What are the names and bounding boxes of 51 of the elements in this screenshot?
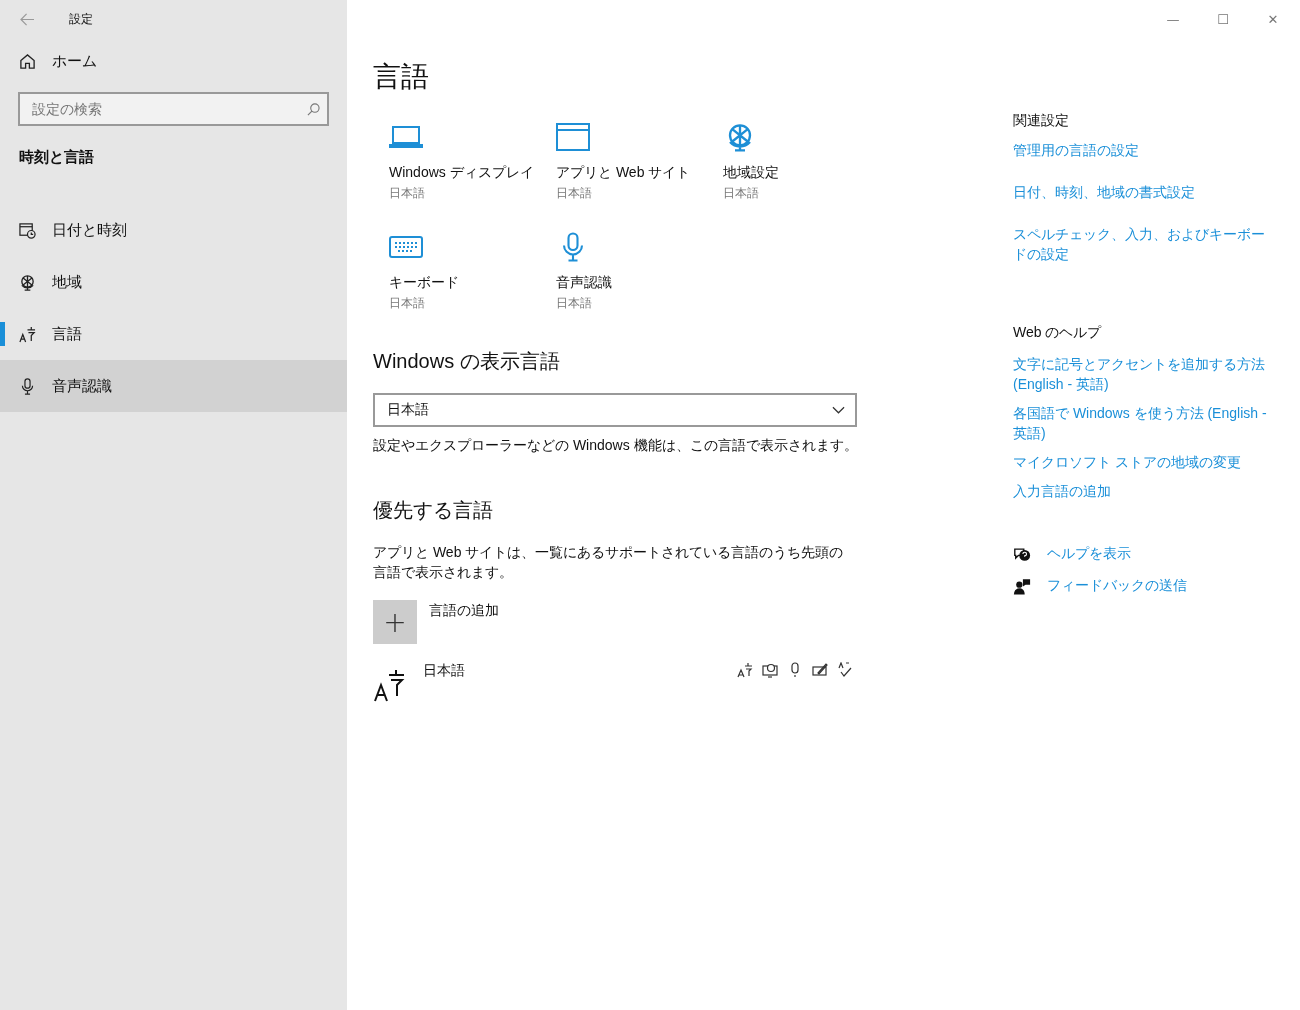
sidebar-item[interactable]: 地域 bbox=[0, 256, 347, 308]
help-heading: Web のヘルプ bbox=[1013, 324, 1103, 342]
search-field[interactable]: 設定の検索 bbox=[18, 92, 329, 126]
section-heading: 時刻と言語 bbox=[18, 147, 95, 167]
settings-tile[interactable]: 音声認識 日本語 bbox=[540, 228, 707, 324]
display-language-icon bbox=[737, 662, 753, 678]
description-text: 設定やエクスプローラーなどの Windows 機能は、この言語で表示されます。 bbox=[373, 437, 859, 455]
language-icon bbox=[373, 668, 405, 702]
close-button[interactable]: ✕ bbox=[1258, 11, 1288, 27]
handwriting-icon bbox=[812, 662, 828, 678]
description-text: アプリと Web サイトは、一覧にあるサポートされている言語のうち先頭の言語で表示されます。 bbox=[373, 543, 845, 582]
globe-icon bbox=[19, 273, 36, 291]
language-icon bbox=[19, 325, 36, 343]
link[interactable]: 日付、時刻、地域の書式設定 bbox=[1013, 182, 1271, 202]
sidebar-item[interactable]: 音声認識 bbox=[0, 360, 347, 412]
language-dropdown[interactable]: 日本語 bbox=[373, 393, 857, 427]
search-icon bbox=[307, 103, 320, 116]
add-language-label[interactable]: 言語の追加 bbox=[429, 602, 499, 644]
home-icon bbox=[19, 52, 36, 70]
browser-window-icon bbox=[556, 122, 590, 152]
link[interactable]: 管理用の言語の設定 bbox=[1013, 140, 1271, 160]
section-heading: Windows の表示言語 bbox=[373, 349, 561, 374]
feedback-person-icon bbox=[1013, 577, 1031, 595]
settings-tile[interactable]: キーボード 日本語 bbox=[373, 228, 540, 324]
link[interactable]: 各国語で Windows を使う方法 (English - 英語) bbox=[1013, 403, 1271, 443]
link[interactable]: マイクロソフト ストアの地域の変更 bbox=[1013, 452, 1271, 472]
settings-tile[interactable]: 地域設定 日本語 bbox=[707, 118, 874, 214]
link[interactable]: ヘルプを表示 bbox=[1047, 545, 1131, 563]
language-list-item[interactable]: 日本語 bbox=[373, 662, 853, 702]
settings-tile[interactable]: Windows ディスプレイ 日本語 bbox=[373, 118, 540, 214]
chevron-down-icon bbox=[832, 406, 845, 414]
window-title: 設定 bbox=[69, 10, 93, 28]
minimize-button[interactable]: — bbox=[1158, 11, 1188, 27]
spell-check-icon bbox=[837, 662, 853, 678]
link[interactable]: 入力言語の追加 bbox=[1013, 481, 1271, 501]
link[interactable]: フィードバックの送信 bbox=[1047, 577, 1187, 595]
sidebar-item[interactable]: 日付と時刻 bbox=[0, 204, 347, 256]
related-heading: 関連設定 bbox=[1013, 112, 1070, 130]
section-heading: 優先する言語 bbox=[373, 498, 494, 523]
calendar-clock-icon bbox=[19, 221, 36, 239]
link[interactable]: スペルチェック、入力、およびキーボードの設定 bbox=[1013, 224, 1271, 264]
add-language-button[interactable]: + bbox=[373, 600, 417, 644]
help-chat-icon bbox=[1013, 545, 1031, 563]
link[interactable]: 文字に記号とアクセントを追加する方法 (English - 英語) bbox=[1013, 354, 1271, 394]
text-to-speech-icon bbox=[762, 662, 778, 678]
back-arrow-icon[interactable] bbox=[20, 12, 35, 26]
home-nav-item[interactable]: ホーム bbox=[0, 38, 347, 84]
page-title: 言語 bbox=[373, 60, 430, 94]
maximize-button[interactable]: ☐ bbox=[1208, 11, 1238, 27]
settings-tile[interactable]: アプリと Web サイト 日本語 bbox=[540, 118, 707, 214]
microphone-icon bbox=[19, 377, 36, 395]
